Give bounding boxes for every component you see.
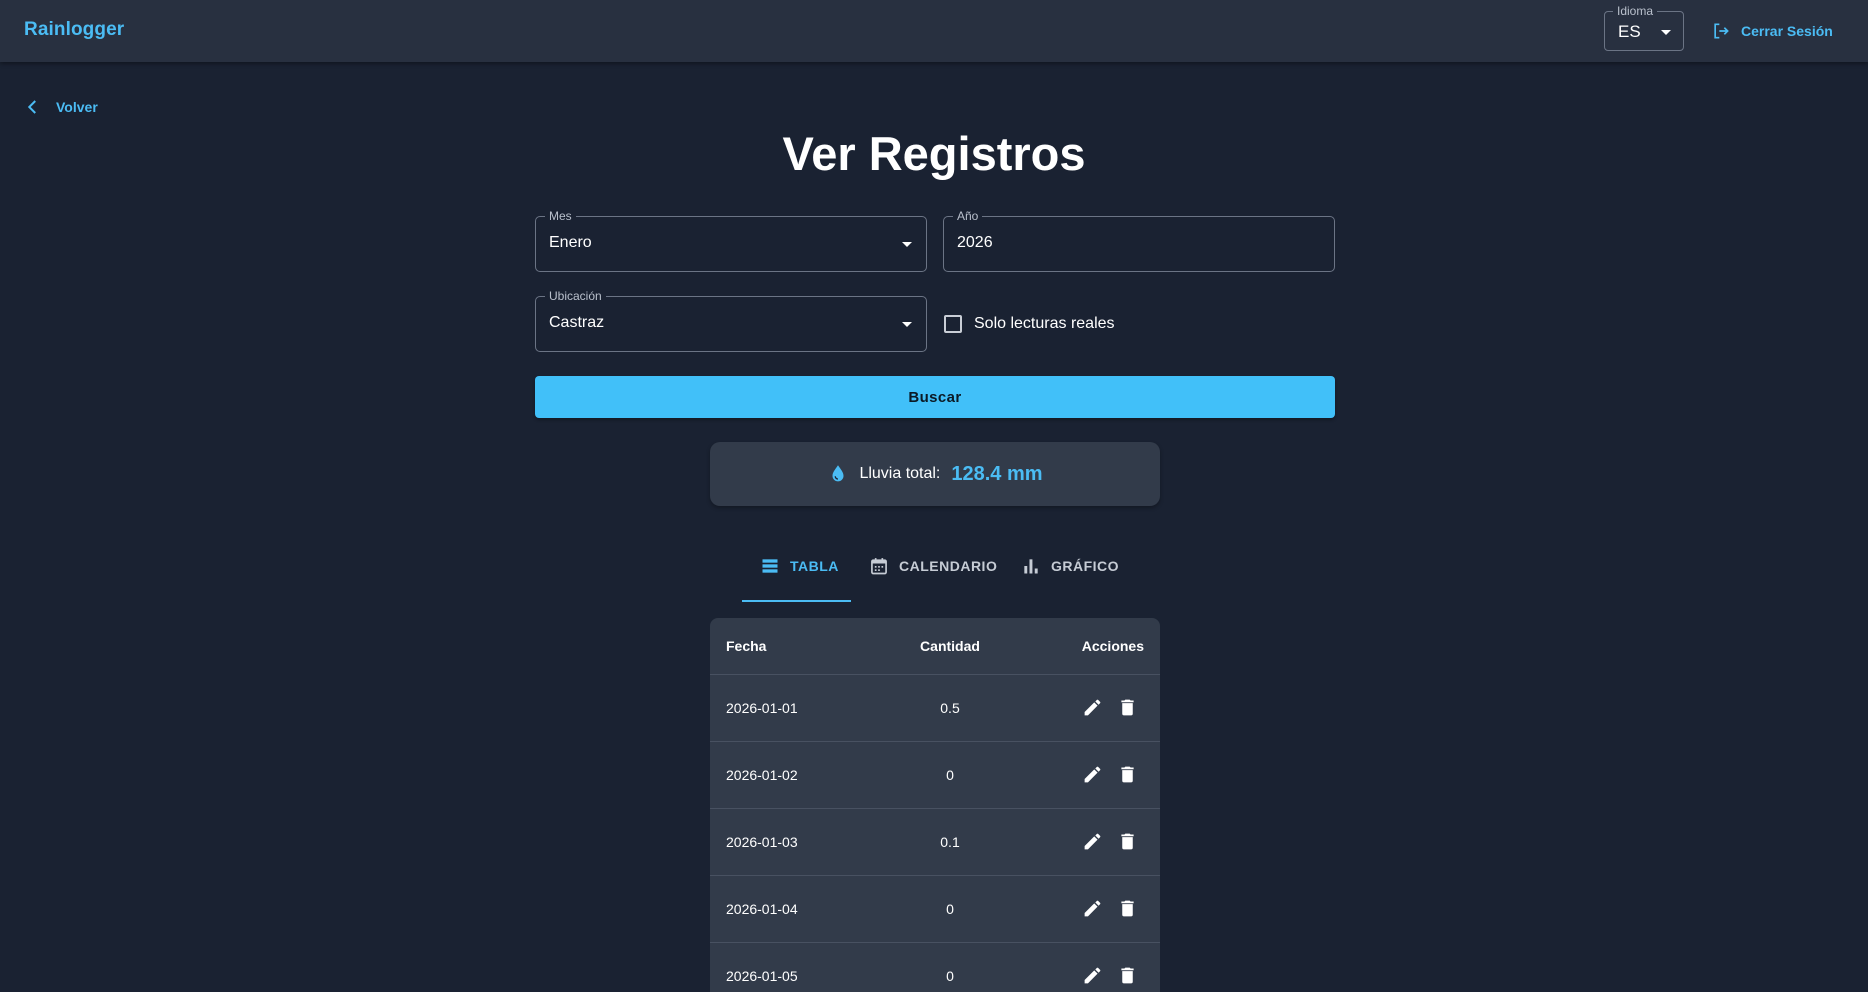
delete-icon[interactable]	[1117, 831, 1138, 852]
chevron-down-icon	[902, 322, 912, 327]
search-button[interactable]: Buscar	[535, 376, 1335, 418]
location-value: Castraz	[549, 314, 605, 331]
delete-icon[interactable]	[1117, 697, 1138, 718]
table-row: 2026-01-03 0.1	[710, 809, 1160, 876]
delete-icon[interactable]	[1117, 764, 1138, 785]
year-value: 2026	[957, 234, 993, 251]
table-row: 2026-01-04 0	[710, 876, 1160, 943]
chevron-down-icon	[1661, 30, 1671, 35]
column-header-amount[interactable]: Cantidad	[900, 638, 1000, 654]
month-value: Enero	[549, 234, 592, 251]
edit-icon[interactable]	[1082, 965, 1103, 986]
column-header-date[interactable]: Fecha	[726, 638, 766, 654]
location-label: Ubicación	[545, 289, 606, 303]
row-date: 2026-01-05	[726, 968, 798, 984]
row-amount: 0	[946, 968, 954, 984]
row-amount: 0	[946, 767, 954, 783]
row-amount: 0.1	[940, 834, 960, 850]
real-readings-toggle[interactable]: Solo lecturas reales	[944, 313, 1115, 335]
water-drop-icon	[832, 465, 844, 482]
total-rain-card: Lluvia total: 128.4 mm	[710, 442, 1160, 506]
table-row: 2026-01-05 0	[710, 943, 1160, 992]
language-select[interactable]: Idioma ES	[1604, 4, 1684, 51]
row-amount: 0	[946, 901, 954, 917]
back-label: Volver	[56, 99, 98, 115]
list-icon	[762, 559, 778, 573]
row-date: 2026-01-01	[726, 700, 798, 716]
bar-chart-icon	[1024, 559, 1038, 574]
page-title: Ver Registros	[782, 127, 1086, 180]
table-row: 2026-01-01 0.5	[710, 675, 1160, 742]
tab-table[interactable]: TABLA	[760, 548, 839, 584]
brand-title[interactable]: Rainlogger	[24, 19, 124, 41]
logout-button[interactable]: Cerrar Sesión	[1711, 20, 1833, 42]
location-select[interactable]: Ubicación Castraz	[535, 289, 927, 352]
table-header: Fecha Cantidad Acciones	[710, 618, 1160, 675]
edit-icon[interactable]	[1082, 898, 1103, 919]
delete-icon[interactable]	[1117, 965, 1138, 986]
language-value: ES	[1618, 22, 1641, 41]
edit-icon[interactable]	[1082, 697, 1103, 718]
column-header-actions: Acciones	[1081, 638, 1144, 654]
back-button[interactable]: Volver	[24, 96, 98, 118]
delete-icon[interactable]	[1117, 898, 1138, 919]
row-amount: 0.5	[940, 700, 960, 716]
row-date: 2026-01-03	[726, 834, 798, 850]
tab-calendar-label: CALENDARIO	[899, 558, 998, 574]
edit-icon[interactable]	[1082, 764, 1103, 785]
tab-table-label: TABLA	[790, 558, 839, 574]
total-rain-label: Lluvia total:	[859, 465, 941, 482]
real-readings-checkbox[interactable]	[944, 315, 962, 333]
row-date: 2026-01-02	[726, 767, 798, 783]
month-select[interactable]: Mes Enero	[535, 209, 927, 272]
tab-calendar[interactable]: CALENDARIO	[869, 548, 997, 584]
calendar-icon	[871, 558, 887, 575]
logout-label: Cerrar Sesión	[1741, 23, 1833, 39]
table-row: 2026-01-02 0	[710, 742, 1160, 809]
year-label: Año	[953, 209, 983, 223]
month-label: Mes	[545, 209, 576, 223]
edit-icon[interactable]	[1082, 831, 1103, 852]
year-input[interactable]: Año 2026	[943, 209, 1335, 272]
chevron-down-icon	[902, 242, 912, 247]
total-rain-value: 128.4 mm	[951, 462, 1043, 485]
row-date: 2026-01-04	[726, 901, 798, 917]
language-label: Idioma	[1613, 4, 1658, 18]
records-table: Fecha Cantidad Acciones 2026-01-01 0.5 2…	[710, 618, 1160, 992]
real-readings-label: Solo lecturas reales	[974, 315, 1115, 332]
app-bar: Rainlogger Idioma ES Cerrar Sesión	[0, 0, 1868, 62]
active-tab-indicator	[742, 600, 851, 602]
logout-icon	[1714, 23, 1729, 39]
tab-chart-label: GRÁFICO	[1051, 558, 1120, 574]
chevron-left-icon	[27, 100, 36, 114]
tab-chart[interactable]: GRÁFICO	[1021, 548, 1119, 584]
